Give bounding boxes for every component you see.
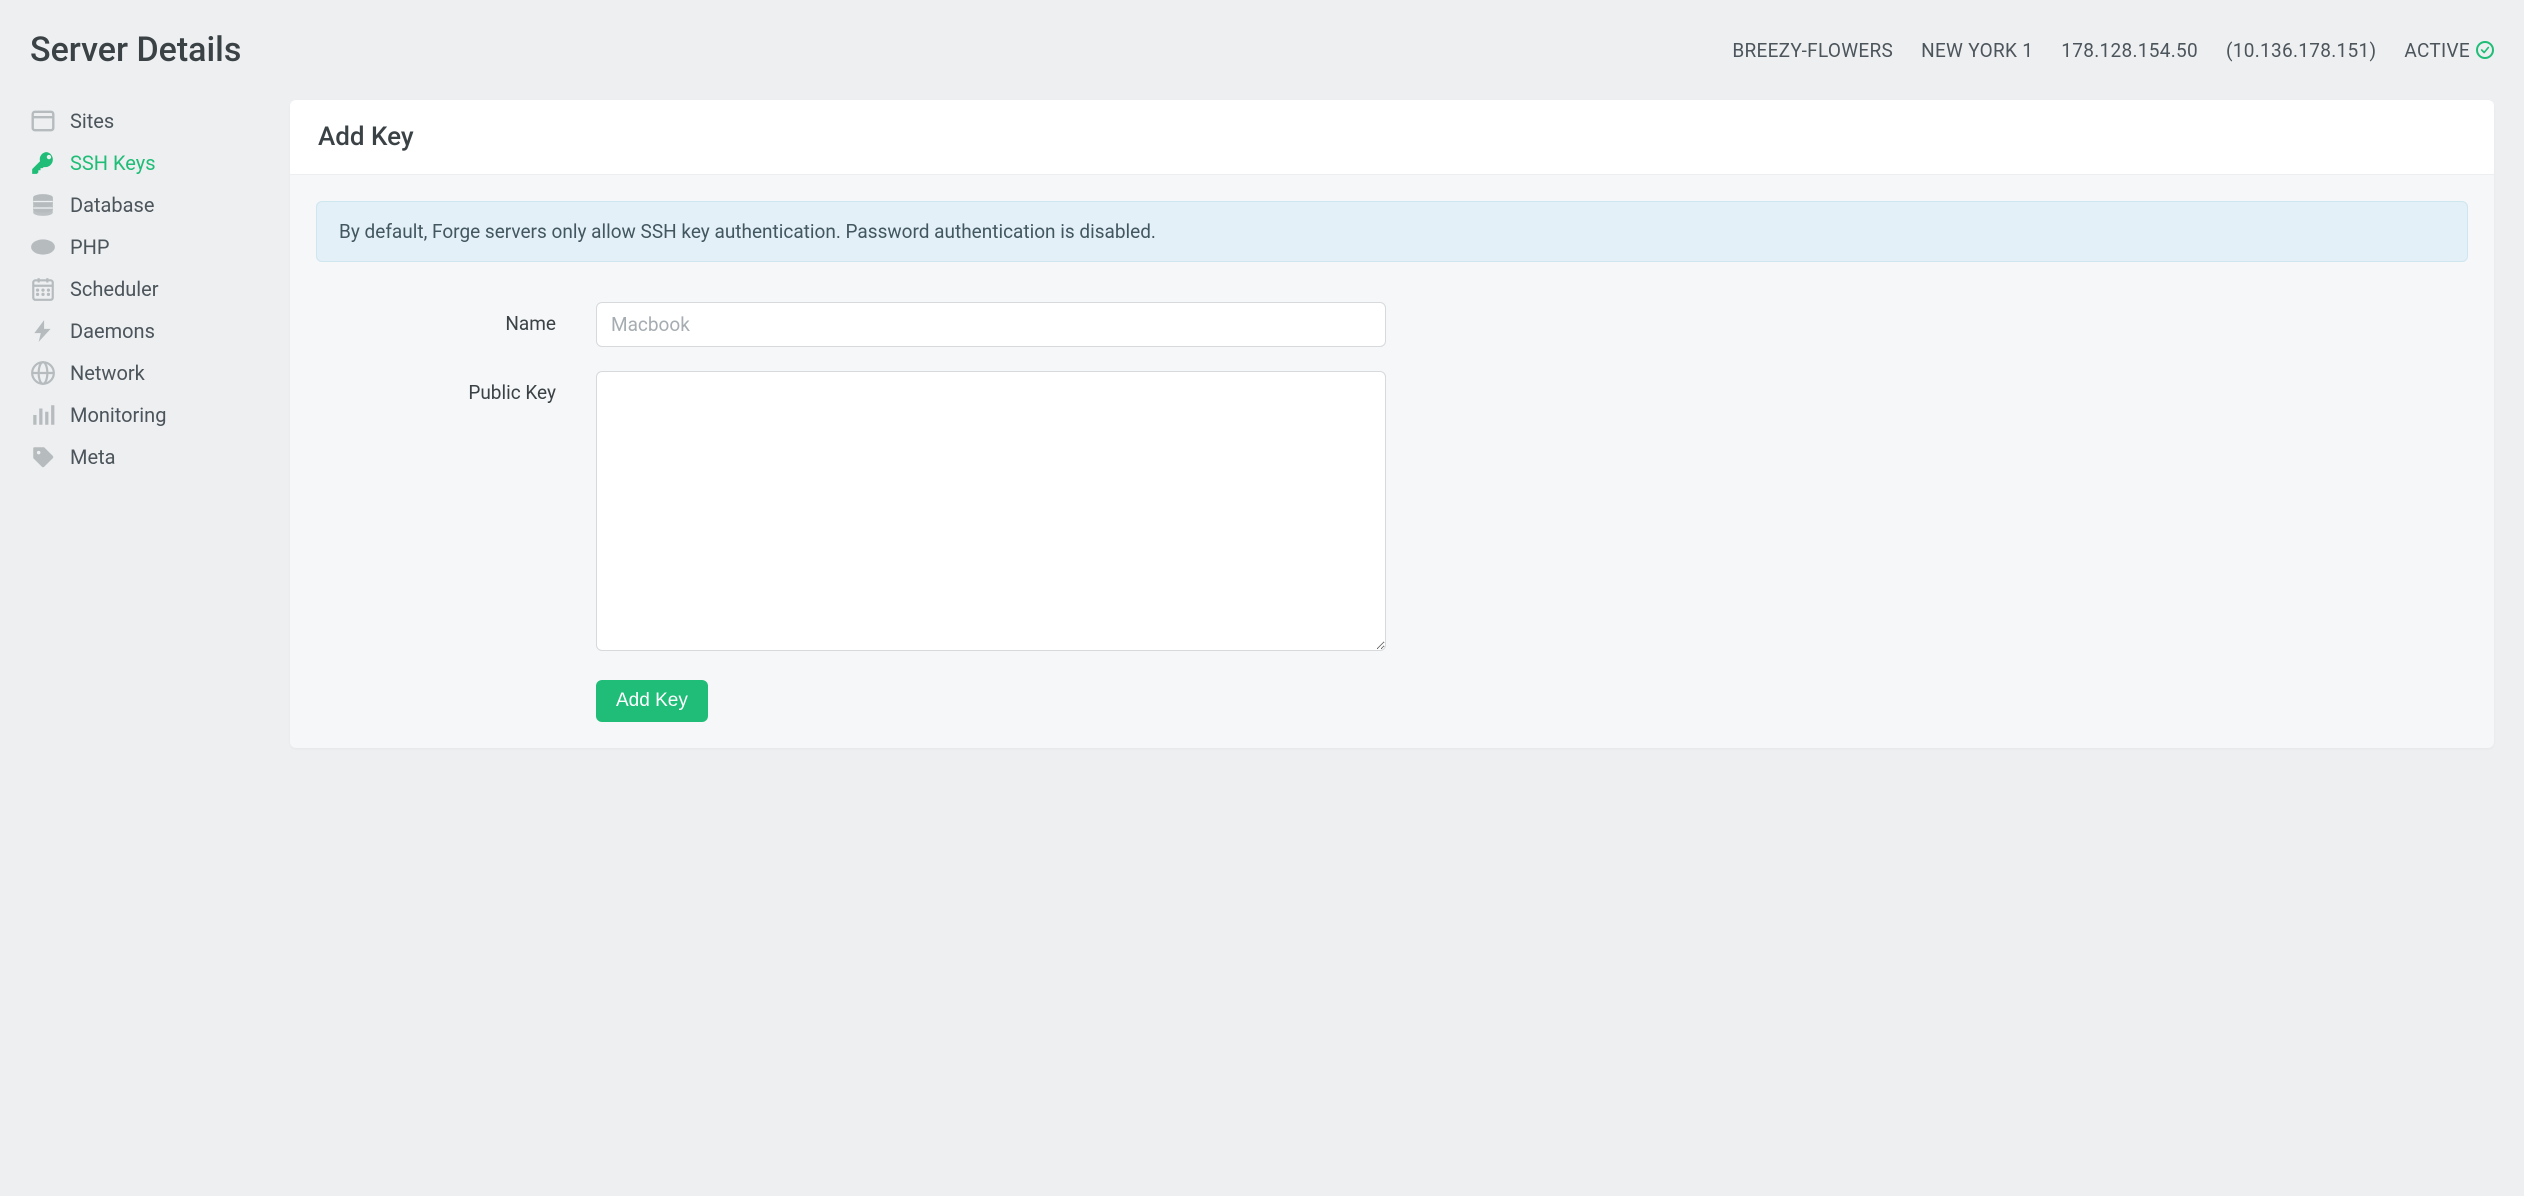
sidebar-item-label: Daemons xyxy=(70,319,155,343)
tag-icon xyxy=(30,444,56,470)
server-public-ip: 178.128.154.50 xyxy=(2061,39,2198,62)
sidebar-item-network[interactable]: Network xyxy=(30,352,260,394)
info-alert: By default, Forge servers only allow SSH… xyxy=(316,201,2468,262)
server-meta: BREEZY-FLOWERS NEW YORK 1 178.128.154.50… xyxy=(1732,39,2494,62)
bar-chart-icon xyxy=(30,402,56,428)
server-name: BREEZY-FLOWERS xyxy=(1732,39,1893,62)
public-key-input[interactable] xyxy=(596,371,1386,651)
status-label: ACTIVE xyxy=(2404,39,2470,62)
name-label: Name xyxy=(316,302,596,335)
sidebar-item-label: SSH Keys xyxy=(70,151,156,175)
page-header: Server Details BREEZY-FLOWERS NEW YORK 1… xyxy=(30,20,2494,100)
sidebar: Sites SSH Keys xyxy=(30,100,260,478)
sidebar-item-php[interactable]: PHP xyxy=(30,226,260,268)
sidebar-item-label: Sites xyxy=(70,109,114,133)
page-title: Server Details xyxy=(30,30,241,70)
sidebar-item-scheduler[interactable]: Scheduler xyxy=(30,268,260,310)
sidebar-item-label: Scheduler xyxy=(70,277,159,301)
sidebar-item-daemons[interactable]: Daemons xyxy=(30,310,260,352)
card-title: Add Key xyxy=(318,122,2466,152)
add-key-button[interactable]: Add Key xyxy=(596,680,708,722)
database-icon xyxy=(30,192,56,218)
globe-icon xyxy=(30,360,56,386)
main-card: Add Key By default, Forge servers only a… xyxy=(290,100,2494,748)
sidebar-item-label: Monitoring xyxy=(70,403,166,427)
server-status: ACTIVE xyxy=(2404,39,2494,62)
name-input[interactable] xyxy=(596,302,1386,347)
server-private-ip: (10.136.178.151) xyxy=(2226,39,2376,62)
calendar-icon xyxy=(30,276,56,302)
card-header: Add Key xyxy=(290,100,2494,175)
server-region: NEW YORK 1 xyxy=(1921,39,2033,62)
sidebar-item-label: Database xyxy=(70,193,154,217)
public-key-label: Public Key xyxy=(316,371,596,404)
window-icon xyxy=(30,108,56,134)
check-circle-icon xyxy=(2476,41,2494,59)
sidebar-item-database[interactable]: Database xyxy=(30,184,260,226)
php-icon xyxy=(30,234,56,260)
bolt-icon xyxy=(30,318,56,344)
sidebar-item-label: Network xyxy=(70,361,145,385)
key-icon xyxy=(30,150,56,176)
sidebar-item-label: Meta xyxy=(70,445,116,469)
sidebar-item-label: PHP xyxy=(70,235,110,259)
sidebar-item-sites[interactable]: Sites xyxy=(30,100,260,142)
sidebar-item-ssh-keys[interactable]: SSH Keys xyxy=(30,142,260,184)
sidebar-item-monitoring[interactable]: Monitoring xyxy=(30,394,260,436)
sidebar-item-meta[interactable]: Meta xyxy=(30,436,260,478)
